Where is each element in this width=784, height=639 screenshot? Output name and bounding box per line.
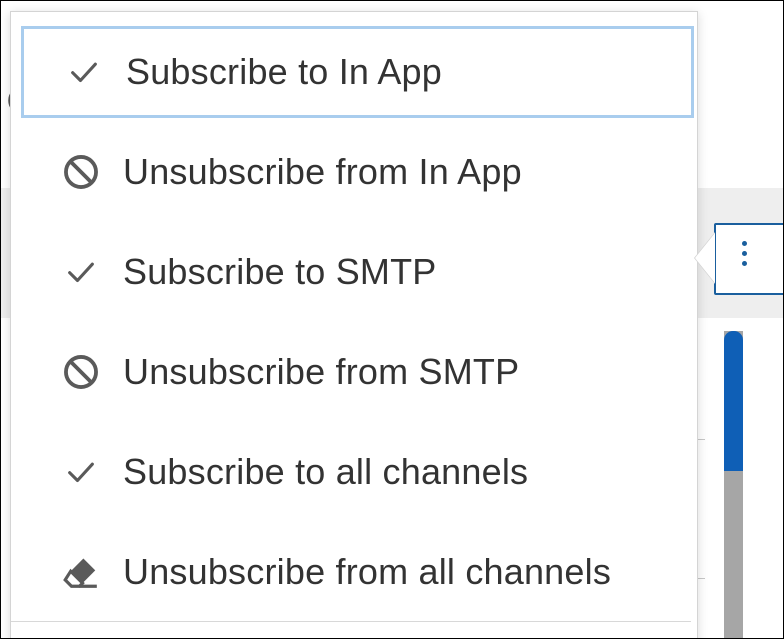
menu-item-subscribe-smtp[interactable]: Subscribe to SMTP <box>21 226 694 318</box>
more-actions-button[interactable] <box>714 223 783 295</box>
ban-icon <box>59 150 103 194</box>
menu-item-unsubscribe-all-channels[interactable]: Unsubscribe from all channels <box>21 526 694 618</box>
menu-item-label: Subscribe to SMTP <box>123 251 437 292</box>
screenshot-frame: ( Subscribe to In App Unsubscribe from I… <box>0 0 784 639</box>
menu-item-label: Subscribe to In App <box>126 51 443 92</box>
menu-item-label: Unsubscribe from SMTP <box>123 351 520 392</box>
subscription-actions-menu: Subscribe to In App Unsubscribe from In … <box>10 11 698 638</box>
kebab-menu-icon <box>740 241 748 277</box>
menu-item-subscribe-in-app[interactable]: Subscribe to In App <box>21 26 694 118</box>
check-icon <box>59 250 103 294</box>
menu-item-unsubscribe-smtp[interactable]: Unsubscribe from SMTP <box>21 326 694 418</box>
menu-pointer <box>695 233 715 283</box>
menu-item-label: Unsubscribe from In App <box>123 151 522 192</box>
menu-divider <box>11 621 691 622</box>
menu-item-label: Unsubscribe from all channels <box>123 551 612 592</box>
check-icon <box>59 450 103 494</box>
scrollbar-thumb[interactable] <box>724 331 743 471</box>
menu-item-label: Subscribe to all channels <box>123 451 529 492</box>
eraser-icon <box>59 550 103 594</box>
menu-item-subscribe-all-channels[interactable]: Subscribe to all channels <box>21 426 694 518</box>
ban-icon <box>59 350 103 394</box>
check-icon <box>62 50 106 94</box>
menu-item-unsubscribe-in-app[interactable]: Unsubscribe from In App <box>21 126 694 218</box>
